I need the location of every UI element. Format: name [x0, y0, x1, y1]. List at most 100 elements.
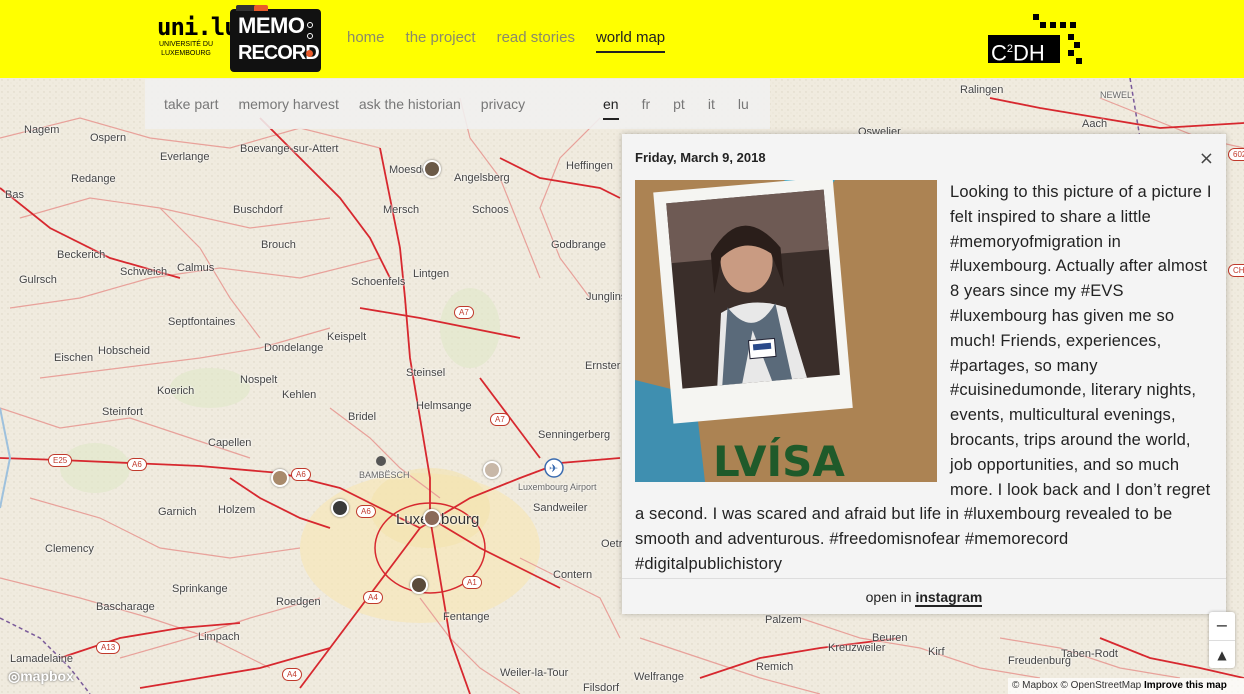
- compass-button[interactable]: ▲: [1209, 640, 1235, 668]
- instagram-link[interactable]: instagram: [915, 589, 983, 607]
- place-label: Schoos: [472, 204, 509, 216]
- road-shield: CHE: [1228, 264, 1244, 277]
- story-photo[interactable]: LVÍSA: [635, 180, 937, 482]
- place-label: Clemency: [45, 543, 94, 555]
- zoom-out-button[interactable]: −: [1209, 612, 1235, 640]
- place-label: Palzem: [765, 614, 802, 626]
- story-date: Friday, March 9, 2018: [635, 150, 766, 165]
- road-shield: A1: [462, 576, 482, 589]
- open-in-source: open in instagram: [622, 589, 1226, 607]
- site-header: uni.lu UNIVERSITÉ DU LUXEMBOURG MEMO REC…: [0, 0, 1244, 78]
- close-icon[interactable]: ×: [1199, 148, 1214, 169]
- lang-fr[interactable]: fr: [642, 96, 651, 112]
- place-label: Boevange-sur-Attert: [240, 143, 339, 155]
- attribution-text: © Mapbox © OpenStreetMap: [1012, 680, 1142, 691]
- place-label: Steinsel: [406, 367, 446, 379]
- place-label: Bas: [5, 189, 24, 201]
- place-label: Heffingen: [566, 160, 613, 172]
- nav-home[interactable]: home: [347, 29, 385, 53]
- place-label: Bascharage: [96, 601, 155, 613]
- story-marker[interactable]: [423, 509, 441, 527]
- place-label: Redange: [71, 173, 116, 185]
- place-label: BAMBËSCH: [359, 470, 410, 480]
- place-label: Fentange: [443, 611, 490, 623]
- place-label: Septfontaines: [168, 316, 236, 328]
- place-label: Kehlen: [282, 389, 317, 401]
- mapbox-label: mapbox: [20, 668, 74, 684]
- place-label: Ernster: [585, 360, 621, 372]
- place-label: Dondelange: [264, 342, 324, 354]
- story-marker[interactable]: [483, 461, 501, 479]
- place-label: Mersch: [383, 204, 420, 216]
- uni-logo-line1: UNIVERSITÉ DU: [158, 41, 214, 48]
- svg-text:✈: ✈: [549, 462, 558, 475]
- memorecord-logo[interactable]: MEMO RECORD: [230, 5, 321, 72]
- place-label: Godbrange: [551, 239, 607, 251]
- place-label: Capellen: [208, 437, 252, 449]
- uni-logo-line2: LUXEMBOURG: [161, 50, 211, 57]
- subnav-ask-the-historian[interactable]: ask the historian: [359, 96, 461, 112]
- place-label: Weiler-la-Tour: [500, 667, 569, 679]
- place-label: Brouch: [261, 239, 296, 251]
- road-shield: A6: [291, 468, 311, 481]
- place-label: Garnich: [158, 506, 197, 518]
- place-label: Taben-Rodt: [1061, 648, 1118, 660]
- language-switcher: en fr pt it lu: [582, 79, 770, 129]
- road-shield: E25: [48, 454, 73, 467]
- place-label: Kirf: [928, 646, 945, 658]
- story-marker[interactable]: [423, 160, 441, 178]
- road-shield: A7: [454, 306, 474, 319]
- place-label: Senningerberg: [538, 429, 611, 441]
- place-label: Contern: [553, 569, 593, 581]
- place-label: Keispelt: [327, 331, 367, 343]
- road-shield: A4: [282, 668, 302, 681]
- place-label: Lintgen: [413, 268, 450, 280]
- lang-it[interactable]: it: [708, 96, 715, 112]
- map-controls: − ▲: [1209, 612, 1235, 668]
- place-label: Aach: [1082, 118, 1108, 130]
- place-label: Helmsange: [416, 400, 472, 412]
- story-marker[interactable]: [410, 576, 428, 594]
- divider: [622, 578, 1226, 579]
- nav-world-map[interactable]: world map: [595, 29, 666, 53]
- university-logo[interactable]: uni.lu UNIVERSITÉ DU LUXEMBOURG: [157, 13, 239, 64]
- lang-lu[interactable]: lu: [738, 96, 749, 112]
- open-prefix: open in: [865, 589, 912, 605]
- photo-caption: LVÍSA: [713, 436, 845, 482]
- subnav-memory-harvest[interactable]: memory harvest: [238, 96, 338, 112]
- place-label: Luxembourg Airport: [518, 482, 597, 492]
- subnav-privacy[interactable]: privacy: [481, 96, 525, 112]
- place-label: Ralingen: [960, 84, 1004, 96]
- place-label: Kreuzweiler: [828, 642, 886, 654]
- mapbox-logo[interactable]: ◎mapbox: [8, 668, 74, 685]
- road-shield: A6: [356, 505, 376, 518]
- nav-read-stories[interactable]: read stories: [497, 29, 575, 53]
- place-label: Ospern: [90, 132, 127, 144]
- road-shield: A6: [127, 458, 147, 471]
- lang-pt[interactable]: pt: [673, 96, 685, 112]
- place-label: Buschdorf: [233, 204, 283, 216]
- place-label: Filsdorf: [583, 682, 620, 694]
- place-label: Hobscheid: [98, 345, 150, 357]
- place-label: Steinfort: [102, 406, 143, 418]
- road-shield: A7: [490, 413, 510, 426]
- story-marker[interactable]: [331, 499, 349, 517]
- subnav-take-part[interactable]: take part: [164, 96, 218, 112]
- uni-logo-wordmark: uni.lu: [157, 13, 239, 41]
- improve-map-link[interactable]: Improve this map: [1144, 680, 1227, 691]
- place-label: Nospelt: [240, 374, 278, 386]
- place-label: Gulrsch: [19, 274, 57, 286]
- place-label: Everlange: [160, 151, 210, 163]
- place-label: Holzem: [218, 504, 256, 516]
- story-marker[interactable]: [271, 469, 289, 487]
- lang-en[interactable]: en: [603, 96, 619, 120]
- place-label: Lamadelaine: [10, 653, 73, 665]
- c2dh-wordmark: C2DH: [988, 35, 1060, 65]
- road-shield: A4: [363, 591, 383, 604]
- place-label: Schweich: [120, 266, 168, 278]
- place-label: Remich: [756, 661, 794, 673]
- place-label: Beckerich: [57, 249, 106, 261]
- c2dh-logo[interactable]: C2DH: [988, 14, 1088, 65]
- nav-the-project[interactable]: the project: [406, 29, 476, 53]
- place-label: Angelsberg: [454, 172, 510, 184]
